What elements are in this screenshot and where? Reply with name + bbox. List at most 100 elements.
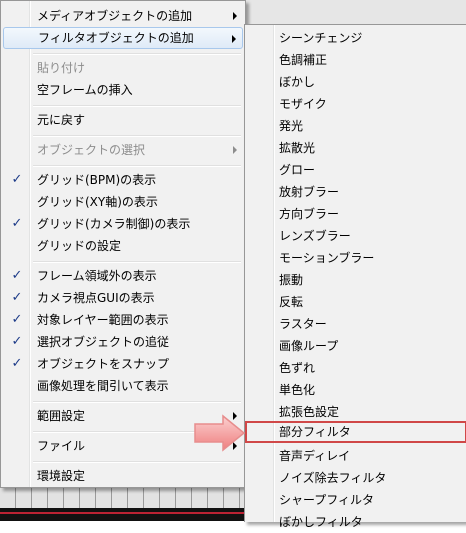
submenu-arrow-icon [232,35,236,43]
menu-item-snap-objects[interactable]: ✓ オブジェクトをスナップ [3,353,243,375]
submenu-item-audio-delay[interactable]: 音声ディレイ [247,445,465,467]
menu-separator [33,105,241,107]
check-icon: ✓ [11,216,23,231]
menu-item-show-layer-range[interactable]: ✓ 対象レイヤー範囲の表示 [3,309,243,331]
submenu-item-label: 発光 [279,119,304,133]
submenu-item-glow[interactable]: グロー [247,159,465,181]
menu-item-label: 貼り付け [37,61,86,75]
menu-item-label: グリッド(BPM)の表示 [37,173,157,187]
pointer-arrow-icon [194,414,246,452]
submenu-item-label: 拡張色設定 [279,405,340,419]
submenu-item-label: 拡散光 [279,141,316,155]
menu-item-paste[interactable]: 貼り付け [3,57,243,79]
submenu-item-color-shift[interactable]: 色ずれ [247,357,465,379]
menu-item-show-grid-bpm[interactable]: ✓ グリッド(BPM)の表示 [3,169,243,191]
menu-item-label: フレーム領域外の表示 [37,269,157,283]
submenu-item-vibration[interactable]: 振動 [247,269,465,291]
menu-item-label: グリッド(XY軸)の表示 [37,195,158,209]
submenu-item-label: 部分フィルタ [279,425,351,439]
submenu-item-radial-blur[interactable]: 放射ブラー [247,181,465,203]
menu-item-grid-settings[interactable]: グリッドの設定 [3,235,243,257]
menu-item-show-grid-xy[interactable]: グリッド(XY軸)の表示 [3,191,243,213]
timeline-track [0,508,245,521]
submenu-item-raster[interactable]: ラスター [247,313,465,335]
submenu-item-label: シーンチェンジ [279,31,363,45]
menu-item-environment-settings[interactable]: 環境設定 [3,465,243,487]
submenu-item-label: ノイズ除去フィルタ [279,471,387,485]
menu-item-thin-out-display[interactable]: 画像処理を間引いて表示 [3,375,243,397]
check-icon: ✓ [11,356,23,371]
submenu-item-noise-removal[interactable]: ノイズ除去フィルタ [247,467,465,489]
submenu-item-directional-blur[interactable]: 方向ブラー [247,203,465,225]
submenu-item-label: ぼかしフィルタ [279,515,363,529]
menu-item-show-outside-frame[interactable]: ✓ フレーム領域外の表示 [3,265,243,287]
submenu-item-monochrome[interactable]: 単色化 [247,379,465,401]
menu-item-select-object[interactable]: オブジェクトの選択 [3,139,243,161]
submenu-arrow-icon [233,146,237,154]
menu-item-label: 元に戻す [37,113,86,127]
menu-item-label: 環境設定 [37,469,86,483]
menu-item-label: 画像処理を間引いて表示 [37,379,169,393]
timeline-header-strip [245,0,466,26]
submenu-item-lens-blur[interactable]: レンズブラー [247,225,465,247]
check-icon: ✓ [11,312,23,327]
check-icon: ✓ [11,334,23,349]
filter-object-submenu: シーンチェンジ 色調補正 ぼかし モザイク 発光 拡散光 グロー 放射ブラー 方… [244,24,466,529]
submenu-item-color-correction[interactable]: 色調補正 [247,49,465,71]
menu-item-label: 選択オブジェクトの追従 [37,335,170,349]
submenu-item-label: 色ずれ [279,361,316,375]
submenu-item-label: グロー [279,163,316,177]
menu-item-follow-selected[interactable]: ✓ 選択オブジェクトの追従 [3,331,243,353]
submenu-item-extended-color[interactable]: 拡張色設定 [247,401,465,423]
menu-separator [33,461,241,463]
submenu-item-label: 放射ブラー [279,185,340,199]
submenu-item-sharp-filter[interactable]: シャープフィルタ [247,489,465,511]
submenu-item-flip[interactable]: 反転 [247,291,465,313]
submenu-item-blur-filter[interactable]: ぼかしフィルタ [247,511,465,533]
menu-item-label: カメラ視点GUIの表示 [37,291,155,305]
submenu-item-image-loop[interactable]: 画像ループ [247,335,465,357]
menu-item-label: 対象レイヤー範囲の表示 [37,313,169,327]
menu-separator [33,165,241,167]
menu-item-label: 範囲設定 [37,409,86,423]
menu-item-label: 空フレームの挿入 [37,83,133,97]
submenu-item-label: シャープフィルタ [279,493,375,507]
check-icon: ✓ [11,290,23,305]
submenu-item-label: 振動 [279,273,304,287]
submenu-arrow-icon [233,12,237,20]
submenu-item-blur[interactable]: ぼかし [247,71,465,93]
menu-item-insert-empty-frame[interactable]: 空フレームの挿入 [3,79,243,101]
menu-item-label: ファイル [37,439,86,453]
menu-item-label: フィルタオブジェクトの追加 [38,31,194,45]
submenu-item-label: モザイク [279,97,327,111]
menu-separator [33,53,241,55]
submenu-item-motion-blur[interactable]: モーションブラー [247,247,465,269]
menu-item-label: オブジェクトの選択 [37,143,146,157]
submenu-item-label: レンズブラー [279,229,351,243]
submenu-item-label: 色調補正 [279,53,328,67]
submenu-item-label: 画像ループ [279,339,339,353]
check-icon: ✓ [11,268,23,283]
menu-item-add-filter-object[interactable]: フィルタオブジェクトの追加 [3,27,243,49]
submenu-item-label: モーションブラー [279,251,375,265]
submenu-item-label: 音声ディレイ [279,449,351,463]
menu-item-label: オブジェクトをスナップ [37,357,170,371]
submenu-item-diffused-light[interactable]: 拡散光 [247,137,465,159]
menu-separator [33,401,241,403]
submenu-item-light-emission[interactable]: 発光 [247,115,465,137]
menu-item-show-grid-camera[interactable]: ✓ グリッド(カメラ制御)の表示 [3,213,243,235]
menu-item-show-camera-gui[interactable]: ✓ カメラ視点GUIの表示 [3,287,243,309]
menu-separator [33,135,241,137]
menu-item-label: メディアオブジェクトの追加 [37,9,193,23]
menu-item-add-media-object[interactable]: メディアオブジェクトの追加 [3,5,243,27]
check-icon: ✓ [11,172,23,187]
submenu-item-partial-filter[interactable]: 部分フィルタ [245,421,466,443]
submenu-item-label: 方向ブラー [279,207,340,221]
submenu-item-scene-change[interactable]: シーンチェンジ [247,27,465,49]
submenu-item-label: 単色化 [279,383,316,397]
menu-item-undo[interactable]: 元に戻す [3,109,243,131]
menu-item-label: グリッドの設定 [37,239,122,253]
submenu-item-mosaic[interactable]: モザイク [247,93,465,115]
menu-item-label: グリッド(カメラ制御)の表示 [37,217,191,231]
menu-separator [33,261,241,263]
